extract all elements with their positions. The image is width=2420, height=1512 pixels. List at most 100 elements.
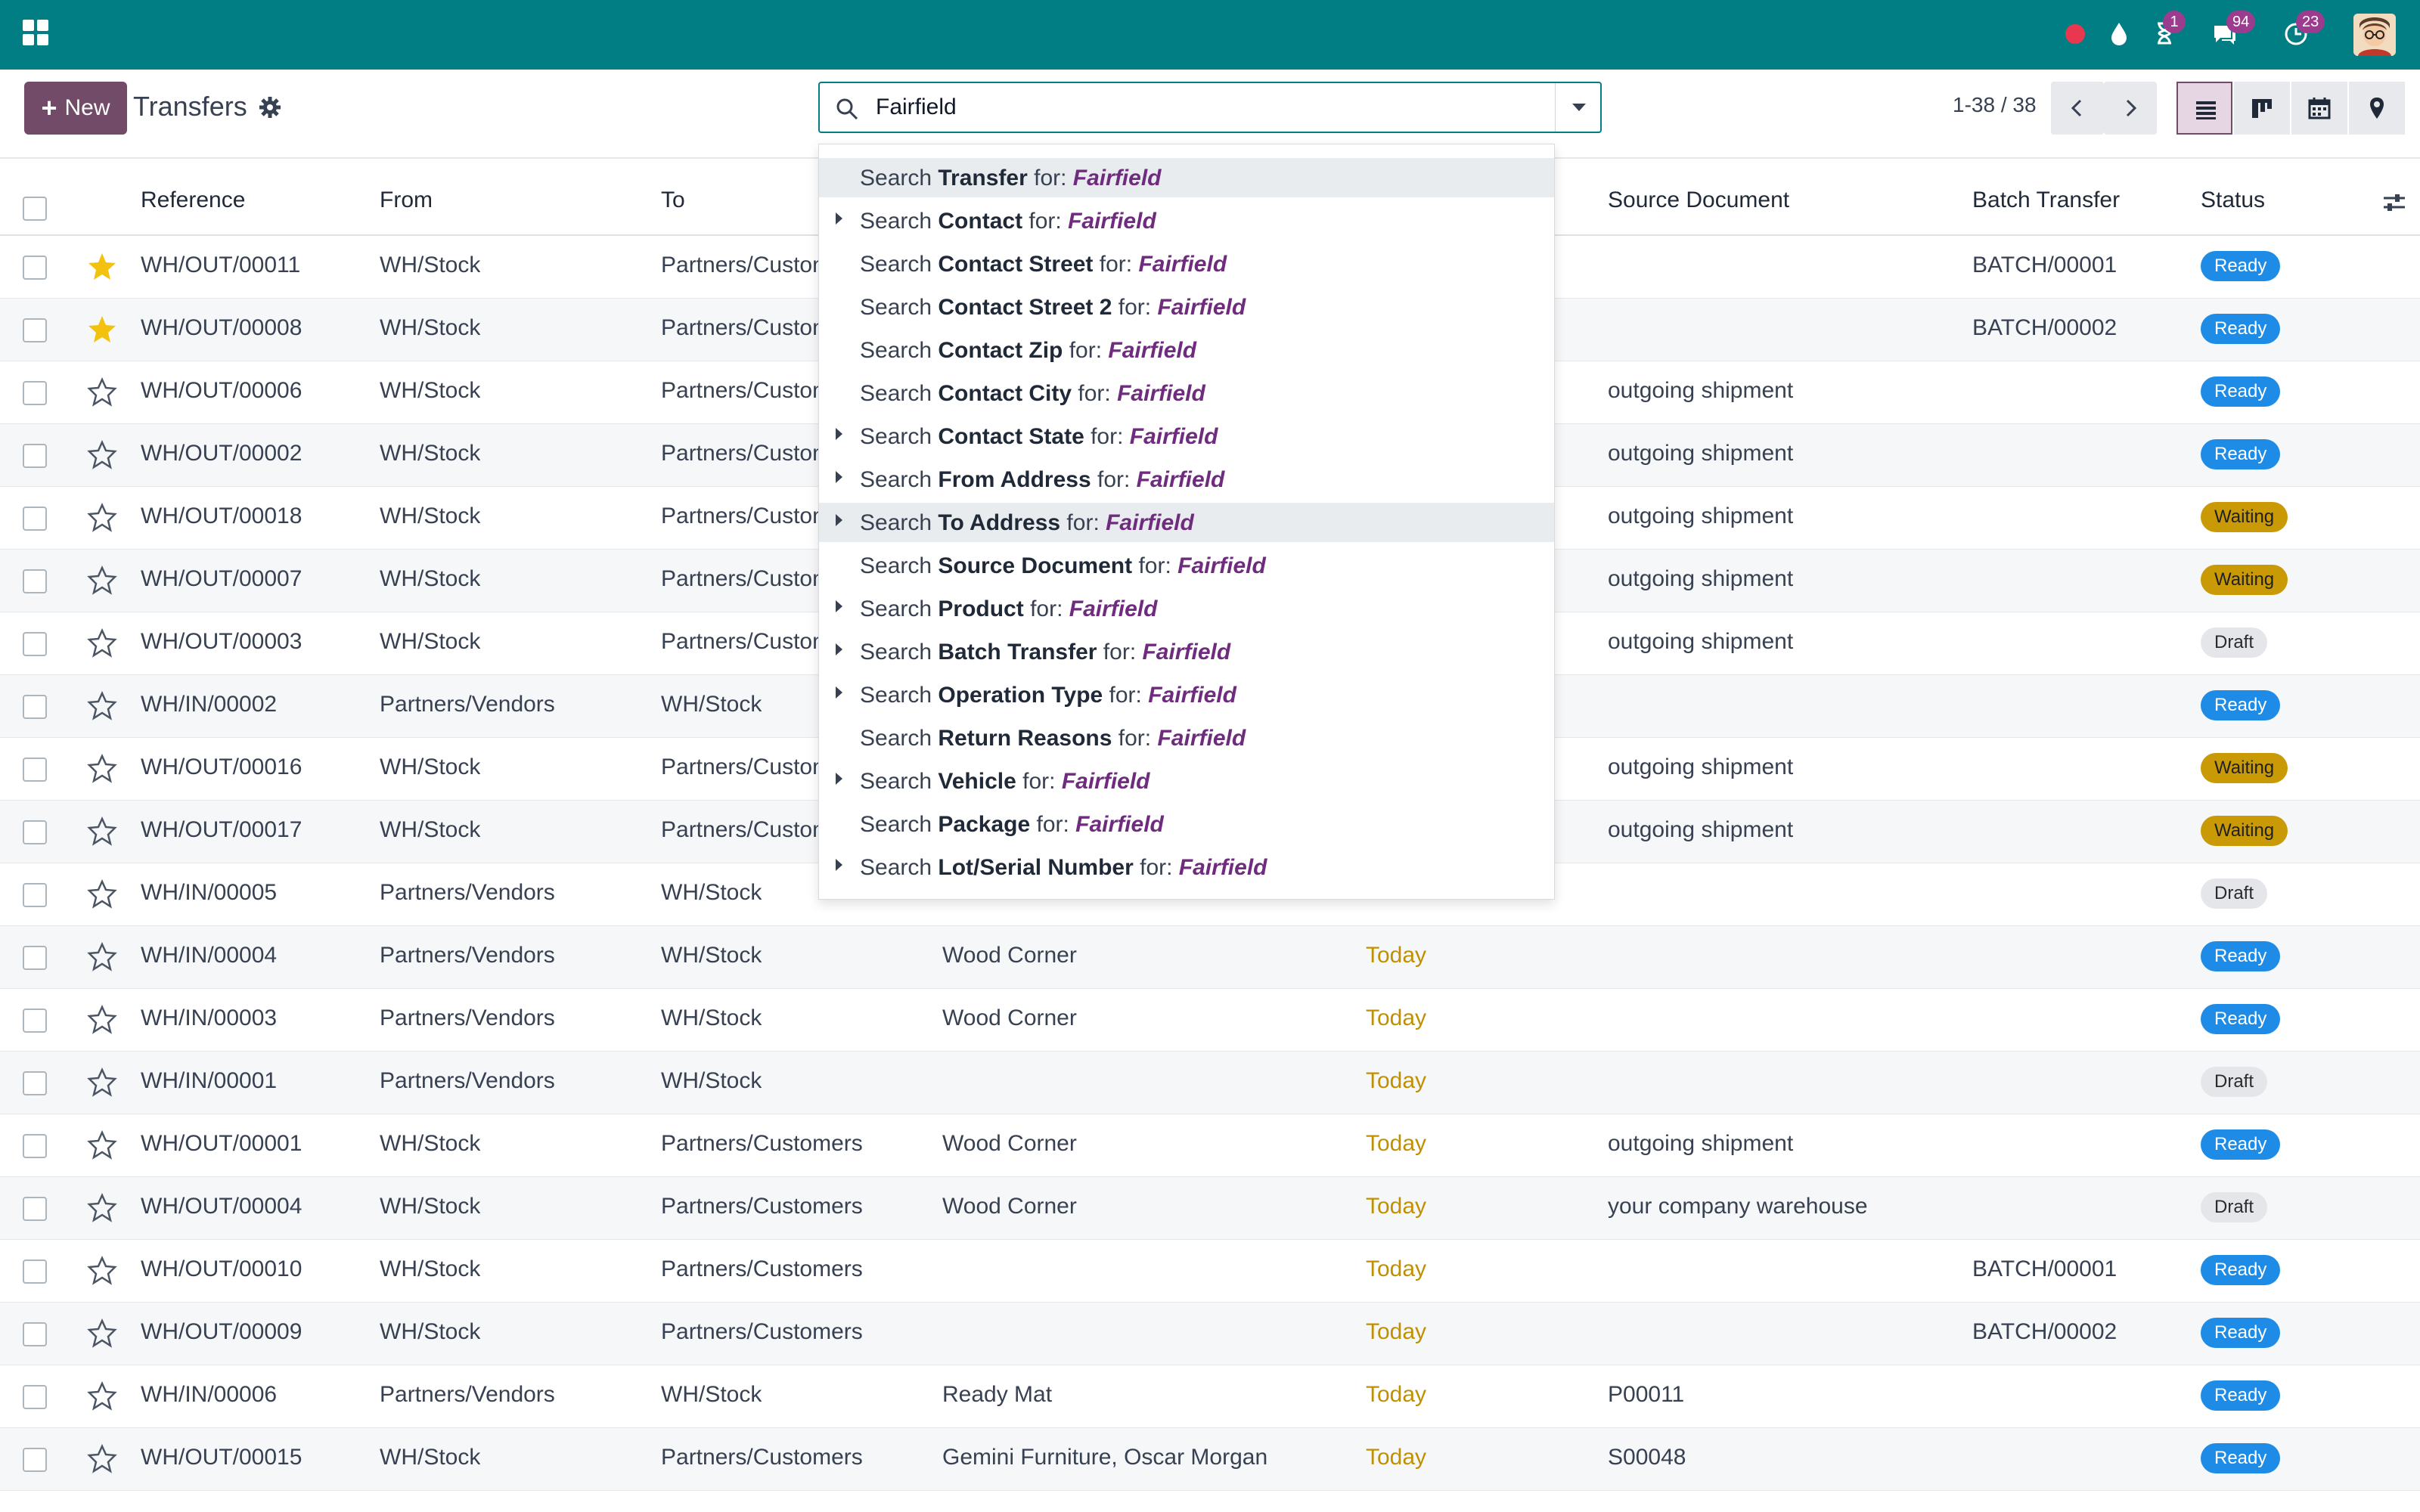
search-option-lot-serial-number[interactable]: Search Lot/Serial Number for: Fairfield [819, 847, 1554, 887]
star-icon[interactable] [87, 1067, 117, 1097]
star-icon[interactable] [87, 627, 117, 658]
star-icon[interactable] [87, 1129, 117, 1160]
row-checkbox[interactable] [23, 318, 47, 342]
search-option-package[interactable]: Search Package for: Fairfield [819, 804, 1554, 844]
caret-right-icon[interactable] [836, 212, 842, 225]
search-options-toggle[interactable] [1555, 83, 1600, 132]
table-row[interactable]: WH/OUT/00015 WH/Stock Partners/Customers Ge… [0, 1428, 2420, 1491]
table-row[interactable]: WH/OUT/00004 WH/Stock Partners/Customers Wo… [0, 1177, 2420, 1240]
row-checkbox[interactable] [23, 946, 47, 970]
select-all-checkbox[interactable] [23, 197, 47, 221]
caret-right-icon[interactable] [836, 600, 842, 612]
search-option-return-reasons[interactable]: Search Return Reasons for: Fairfield [819, 718, 1554, 758]
row-checkbox[interactable] [23, 820, 47, 844]
gear-icon[interactable] [257, 94, 283, 120]
search-option-vehicle[interactable]: Search Vehicle for: Fairfield [819, 761, 1554, 801]
table-row[interactable]: WH/OUT/00009 WH/Stock Partners/Customers To… [0, 1303, 2420, 1365]
caret-right-icon[interactable] [836, 643, 842, 655]
star-filled-icon[interactable] [87, 314, 117, 344]
table-row[interactable]: WH/OUT/00001 WH/Stock Partners/Customers Wo… [0, 1114, 2420, 1177]
row-checkbox[interactable] [23, 1197, 47, 1221]
star-icon[interactable] [87, 816, 117, 846]
row-checkbox[interactable] [23, 1448, 47, 1472]
table-row[interactable]: WH/IN/00006 Partners/Vendors WH/Stock Ready… [0, 1365, 2420, 1428]
search-option-contact-city[interactable]: Search Contact City for: Fairfield [819, 373, 1554, 413]
table-row[interactable]: WH/IN/00001 Partners/Vendors WH/Stock Today… [0, 1052, 2420, 1114]
cell-reference: WH/OUT/00002 [141, 441, 302, 466]
star-icon[interactable] [87, 1192, 117, 1222]
star-icon[interactable] [87, 1255, 117, 1285]
new-button[interactable]: + New [24, 82, 127, 135]
caret-right-icon[interactable] [836, 859, 842, 871]
row-checkbox[interactable] [23, 1134, 47, 1158]
caret-right-icon[interactable] [836, 514, 842, 526]
row-checkbox[interactable] [23, 507, 47, 531]
star-icon[interactable] [87, 753, 117, 783]
row-checkbox[interactable] [23, 444, 47, 468]
column-header-reference[interactable]: Reference [141, 187, 245, 213]
caret-right-icon[interactable] [836, 686, 842, 699]
star-icon[interactable] [87, 439, 117, 469]
caret-right-icon[interactable] [836, 471, 842, 483]
row-checkbox[interactable] [23, 1259, 47, 1284]
row-checkbox[interactable] [23, 569, 47, 593]
table-row[interactable]: WH/IN/00004 Partners/Vendors WH/Stock Wood … [0, 926, 2420, 989]
optional-columns-icon[interactable] [2379, 187, 2409, 218]
column-header-status[interactable]: Status [2201, 187, 2265, 213]
map-view-button[interactable] [2349, 82, 2405, 135]
kanban-view-button[interactable] [2234, 82, 2290, 135]
pager-value[interactable]: 1-38 / 38 [1953, 93, 2037, 117]
recording-dot-icon[interactable] [2065, 24, 2085, 44]
drop-icon[interactable] [2104, 18, 2134, 48]
row-checkbox[interactable] [23, 695, 47, 719]
star-icon[interactable] [87, 1380, 117, 1411]
search-option-contact[interactable]: Search Contact for: Fairfield [819, 201, 1554, 240]
list-view-button[interactable] [2176, 82, 2232, 135]
column-header-to[interactable]: To [661, 187, 685, 213]
star-icon[interactable] [87, 376, 117, 407]
search-option-to-address[interactable]: Search To Address for: Fairfield [819, 503, 1554, 542]
row-checkbox[interactable] [23, 381, 47, 405]
table-row[interactable]: WH/IN/00003 Partners/Vendors WH/Stock Wood … [0, 989, 2420, 1052]
pager-previous-button[interactable] [2051, 82, 2104, 135]
star-filled-icon[interactable] [87, 251, 117, 281]
star-icon[interactable] [87, 878, 117, 909]
caret-right-icon[interactable] [836, 428, 842, 440]
row-checkbox[interactable] [23, 256, 47, 280]
row-checkbox[interactable] [23, 758, 47, 782]
star-icon[interactable] [87, 1318, 117, 1348]
star-icon[interactable] [87, 941, 117, 971]
column-header-from[interactable]: From [380, 187, 433, 213]
calendar-view-button[interactable] [2291, 82, 2347, 135]
star-icon[interactable] [87, 1004, 117, 1034]
cell-from: Partners/Vendors [380, 1068, 555, 1093]
column-header-batch-transfer[interactable]: Batch Transfer [1972, 187, 2120, 213]
search-option-contact-state[interactable]: Search Contact State for: Fairfield [819, 417, 1554, 456]
star-icon[interactable] [87, 502, 117, 532]
search-input[interactable] [876, 88, 1526, 127]
avatar[interactable] [2353, 14, 2396, 56]
row-checkbox[interactable] [23, 632, 47, 656]
search-option-contact-street[interactable]: Search Contact Street for: Fairfield [819, 244, 1554, 284]
search-option-batch-transfer[interactable]: Search Batch Transfer for: Fairfield [819, 632, 1554, 671]
column-header-source-document[interactable]: Source Document [1608, 187, 1789, 213]
search-option-source-document[interactable]: Search Source Document for: Fairfield [819, 546, 1554, 585]
star-icon[interactable] [87, 1443, 117, 1473]
row-checkbox[interactable] [23, 1322, 47, 1346]
caret-right-icon[interactable] [836, 773, 842, 785]
row-checkbox[interactable] [23, 883, 47, 907]
row-checkbox[interactable] [23, 1071, 47, 1095]
row-checkbox[interactable] [23, 1009, 47, 1033]
star-icon[interactable] [87, 565, 117, 595]
search-option-operation-type[interactable]: Search Operation Type for: Fairfield [819, 675, 1554, 714]
apps-menu-icon[interactable] [23, 20, 48, 45]
search-option-contact-zip[interactable]: Search Contact Zip for: Fairfield [819, 330, 1554, 370]
search-option-from-address[interactable]: Search From Address for: Fairfield [819, 460, 1554, 499]
pager-next-button[interactable] [2104, 82, 2157, 135]
search-option-product[interactable]: Search Product for: Fairfield [819, 589, 1554, 628]
star-icon[interactable] [87, 690, 117, 720]
search-option-transfer[interactable]: Search Transfer for: Fairfield [819, 158, 1554, 197]
row-checkbox[interactable] [23, 1385, 47, 1409]
table-row[interactable]: WH/OUT/00010 WH/Stock Partners/Customers To… [0, 1240, 2420, 1303]
search-option-contact-street-2[interactable]: Search Contact Street 2 for: Fairfield [819, 287, 1554, 327]
